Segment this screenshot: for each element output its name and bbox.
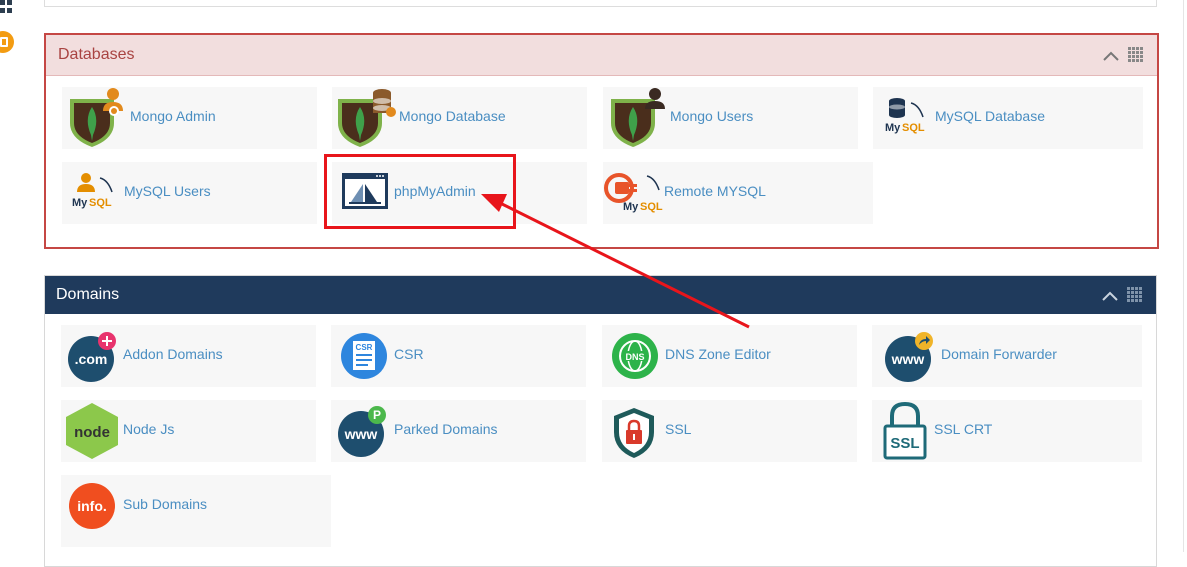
svg-text:SQL: SQL: [89, 197, 112, 209]
ssl-icon: [614, 408, 654, 458]
ssl-link[interactable]: SSL: [602, 400, 857, 462]
parked-domains-icon: www P: [338, 406, 386, 457]
drag-handle-grid-icon[interactable]: [1128, 47, 1144, 63]
domain-forwarder-link[interactable]: www Domain Forwarder: [872, 325, 1142, 387]
collapse-chevron-up-icon[interactable]: [1101, 290, 1119, 302]
mysql-users-icon: My SQL: [72, 173, 113, 209]
mysql-database-link[interactable]: My SQL MySQL Database: [873, 87, 1143, 149]
scroll-edge: [1183, 0, 1184, 552]
mysql-database-icon: My SQL: [885, 98, 925, 134]
svg-text:info.: info.: [77, 498, 107, 514]
svg-text:www: www: [344, 426, 378, 442]
grid-icon[interactable]: [0, 0, 12, 14]
svg-text:CSR: CSR: [356, 343, 373, 352]
mongo-admin-link[interactable]: Mongo Admin: [62, 87, 317, 149]
svg-text:DNS: DNS: [625, 352, 644, 362]
sub-domains-icon: info.: [69, 483, 115, 529]
mysql-users-link[interactable]: My SQL MySQL Users: [62, 162, 317, 224]
drag-handle-grid-icon[interactable]: [1127, 287, 1143, 303]
mongo-users-icon: [611, 88, 665, 147]
node-js-icon: node: [66, 403, 118, 459]
sub-domains-label: Sub Domains: [123, 496, 208, 512]
svg-text:My: My: [72, 197, 88, 209]
svg-text:.com: .com: [75, 351, 108, 367]
dns-zone-editor-icon: DNS: [612, 333, 658, 379]
mysql-database-label: MySQL Database: [935, 108, 1045, 124]
orange-circle-icon[interactable]: [0, 28, 14, 56]
dns-zone-editor-label: DNS Zone Editor: [665, 346, 771, 362]
addon-domains-link[interactable]: .com Addon Domains: [61, 325, 316, 387]
mongo-users-label: Mongo Users: [670, 108, 754, 124]
svg-text:My: My: [623, 201, 639, 213]
remote-mysql-icon: My SQL: [604, 173, 663, 213]
remote-mysql-label: Remote MYSQL: [664, 183, 766, 199]
databases-panel: Databases Mongo Admin Mongo Database Mon…: [44, 33, 1159, 249]
ssl-crt-label: SSL CRT: [934, 421, 993, 437]
parked-domains-label: Parked Domains: [394, 421, 498, 437]
left-sidebar-edge: [0, 0, 22, 552]
svg-text:SQL: SQL: [640, 201, 663, 213]
sub-domains-link[interactable]: info. Sub Domains: [61, 475, 331, 547]
svg-text:P: P: [373, 408, 381, 422]
mongo-admin-icon: [70, 88, 123, 147]
mongo-database-icon: [338, 89, 396, 147]
csr-label: CSR: [394, 346, 424, 362]
svg-text:node: node: [74, 424, 110, 441]
ssl-crt-link[interactable]: SSL SSL CRT: [872, 400, 1142, 462]
domains-panel: Domains .com Addon Domains CSR CSR DNS D…: [44, 275, 1157, 567]
ssl-crt-icon: SSL: [883, 401, 927, 460]
mongo-database-link[interactable]: Mongo Database: [332, 87, 587, 149]
addon-domains-label: Addon Domains: [123, 346, 223, 362]
node-js-label: Node Js: [123, 421, 175, 437]
svg-text:SQL: SQL: [902, 122, 925, 134]
databases-panel-header[interactable]: Databases: [46, 35, 1157, 76]
collapse-chevron-up-icon[interactable]: [1102, 50, 1120, 62]
mysql-users-label: MySQL Users: [124, 183, 211, 199]
svg-text:My: My: [885, 122, 901, 134]
highlight-annotation-box: [324, 154, 516, 229]
parked-domains-link[interactable]: www P Parked Domains: [331, 400, 586, 462]
csr-link[interactable]: CSR CSR: [331, 325, 586, 387]
databases-panel-title: Databases: [58, 46, 135, 63]
mongo-admin-label: Mongo Admin: [130, 108, 216, 124]
domain-forwarder-label: Domain Forwarder: [941, 346, 1057, 362]
domains-panel-title: Domains: [56, 286, 120, 303]
mongo-database-label: Mongo Database: [399, 108, 506, 124]
ssl-label: SSL: [665, 421, 692, 437]
svg-text:www: www: [891, 351, 925, 367]
csr-icon: CSR: [341, 333, 387, 379]
node-js-link[interactable]: node Node Js: [61, 400, 316, 462]
domains-panel-header[interactable]: Domains: [45, 276, 1156, 314]
domain-forwarder-icon: www: [885, 332, 933, 382]
addon-domains-icon: .com: [68, 332, 116, 382]
previous-panel-bottom: [44, 0, 1157, 7]
dns-zone-editor-link[interactable]: DNS DNS Zone Editor: [602, 325, 857, 387]
mongo-users-link[interactable]: Mongo Users: [603, 87, 858, 149]
svg-text:SSL: SSL: [890, 435, 919, 452]
remote-mysql-link[interactable]: My SQL Remote MYSQL: [603, 162, 873, 224]
